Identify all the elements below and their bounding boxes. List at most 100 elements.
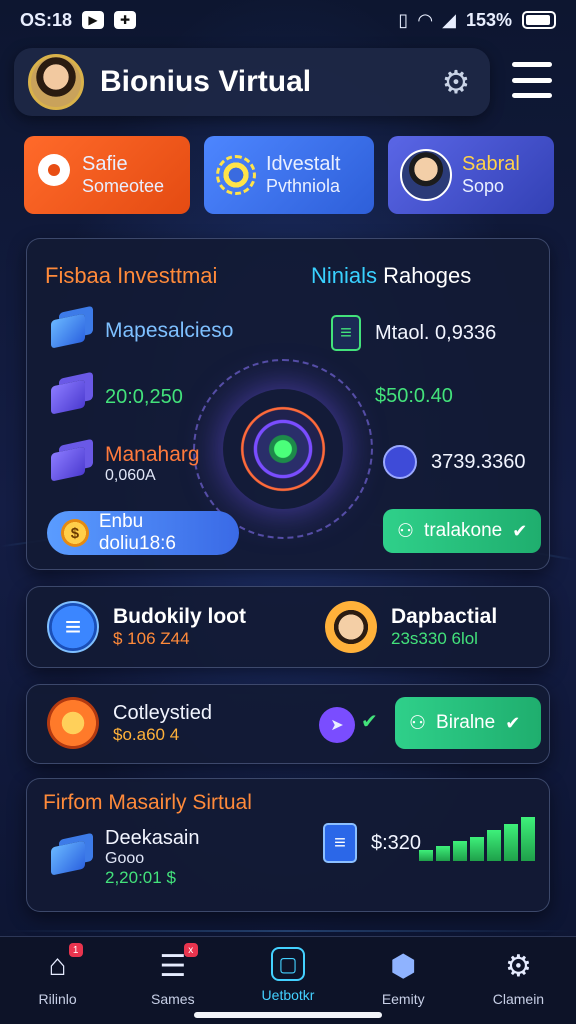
quick-action-subtitle: Pvthniola bbox=[266, 176, 341, 196]
coin-icon: $ bbox=[61, 519, 89, 547]
settings-gear-icon[interactable]: ⚙ bbox=[436, 62, 476, 102]
nav-home[interactable]: ⌂ 1 Rilinlo bbox=[0, 937, 115, 1024]
vibrate-icon: ▯ bbox=[398, 9, 409, 30]
quick-action-sabral[interactable]: Sabral Sopo bbox=[388, 136, 554, 214]
central-core-graphic bbox=[223, 389, 343, 509]
summary-item[interactable]: Deekasain Gooo 2,20:01 $ bbox=[47, 827, 200, 888]
nav-label: Sames bbox=[151, 991, 195, 1007]
exchanges-title-prefix: Ninials bbox=[311, 263, 378, 288]
exchange-item-label: Mtaol. 0,9336 bbox=[375, 321, 497, 344]
checkmark-icon: ✔ bbox=[361, 711, 378, 733]
status-bar: OS:18 ▶ ✚ ▯ ◠ ◢ 153% bbox=[0, 0, 576, 40]
square-icon: ▢ bbox=[271, 947, 305, 981]
wallet-item[interactable]: Dapbactial 23s330 6lol bbox=[325, 601, 497, 653]
invest-item[interactable]: Mapesalcieso bbox=[47, 311, 233, 351]
quick-action-title: Safie bbox=[82, 153, 128, 175]
document-icon: ≡ bbox=[331, 315, 361, 351]
exchange-item[interactable]: 3739.3360 bbox=[383, 445, 526, 479]
invest-item-label: Mapesalcieso bbox=[105, 319, 234, 342]
nav-label: Uetbotkr bbox=[261, 987, 315, 1003]
balance-pill-button[interactable]: $ Enbu doliu18:6 bbox=[47, 511, 239, 555]
cube-icon bbox=[47, 311, 91, 351]
invest-item-sub: 0,060A bbox=[105, 467, 156, 484]
invest-item-label: 20:0,250 bbox=[105, 385, 183, 408]
nav-label: Rilinlo bbox=[38, 991, 77, 1007]
investment-title: Fisbaa Investtmai bbox=[45, 263, 218, 288]
hamburger-menu-button[interactable] bbox=[512, 62, 552, 98]
advisor-avatar-icon bbox=[325, 601, 377, 653]
home-indicator[interactable] bbox=[194, 1012, 382, 1018]
trade-button[interactable]: ⚇ tralakone ✔ bbox=[383, 509, 541, 553]
pin-icon[interactable]: ➤ bbox=[319, 707, 355, 743]
exchange-item-label: 3739.3360 bbox=[431, 450, 526, 473]
balance-pill-label: Enbu doliu18:6 bbox=[98, 511, 176, 554]
investment-panel: Fisbaa Investtmai Ninials Rahoges Mapesa… bbox=[26, 238, 550, 570]
summary-item-sub: Gooo bbox=[105, 850, 145, 867]
invest-item[interactable]: Manaharg 0,060A bbox=[47, 443, 200, 485]
wallet-panel: Budokily loot $ 106 Z44 Dapbactial 23s33… bbox=[26, 586, 550, 668]
quick-action-title: Sabral bbox=[462, 153, 520, 175]
quick-action-safie[interactable]: Safie Someotee bbox=[24, 136, 190, 214]
exchanges-title: Ninials Rahoges bbox=[311, 263, 471, 289]
location-pin-icon bbox=[36, 154, 72, 196]
exchange-item[interactable]: ≡ Mtaol. 0,9336 bbox=[331, 315, 496, 351]
nav-settings[interactable]: ⚙ Clamein bbox=[461, 937, 576, 1024]
summary-title: Firfom Masairly Sirtual bbox=[43, 791, 252, 814]
status-time: OS:18 bbox=[20, 9, 73, 30]
wifi-icon: ◠ bbox=[418, 9, 433, 30]
wallet-item-value: 23s330 6lol bbox=[391, 629, 478, 648]
nav-eemity[interactable]: ⬢ Eemity bbox=[346, 937, 461, 1024]
exchange-item-label: $50:0.40 bbox=[375, 384, 453, 407]
growth-bar bbox=[419, 850, 433, 861]
rocket-icon bbox=[47, 697, 99, 749]
sun-gear-icon bbox=[216, 155, 256, 195]
quick-action-investalt[interactable]: Idvestalt Pvthniola bbox=[204, 136, 374, 214]
wallet-item-value: $ 106 Z44 bbox=[113, 629, 190, 648]
list-icon: ☰ x bbox=[154, 943, 198, 985]
home-icon: ⌂ 1 bbox=[39, 943, 83, 985]
avatar[interactable] bbox=[28, 54, 84, 110]
certified-title: Cotleystied bbox=[113, 701, 212, 724]
balance-button-label: Biralne bbox=[436, 712, 496, 733]
checkmark-icon: ✔ bbox=[512, 520, 528, 541]
growth-bar bbox=[504, 823, 518, 861]
quick-action-subtitle: Sopo bbox=[462, 176, 505, 196]
summary-amount[interactable]: ≡ $:320 bbox=[323, 823, 421, 863]
growth-bar bbox=[487, 830, 501, 861]
exchanges-title-suffix: Rahoges bbox=[377, 263, 472, 288]
summary-item-value: 2,20:01 $ bbox=[105, 868, 176, 887]
nav-label: Eemity bbox=[381, 991, 425, 1007]
invest-item[interactable]: 20:0,250 bbox=[47, 377, 183, 417]
growth-bar bbox=[436, 845, 450, 861]
quick-action-title: Idvestalt bbox=[266, 153, 341, 175]
nav-badge: 1 bbox=[68, 943, 83, 957]
wallet-item-title: Dapbactial bbox=[391, 605, 498, 628]
location-icon: ⬢ bbox=[390, 949, 417, 983]
package-icon bbox=[47, 838, 91, 878]
wallet-item-title: Budokily loot bbox=[113, 605, 246, 628]
nav-sames[interactable]: ☰ x Sames bbox=[115, 937, 230, 1024]
handshake-icon: ⚇ bbox=[409, 712, 427, 734]
app-title: Bionius Virtual bbox=[100, 65, 312, 98]
trade-button-label: tralakone bbox=[424, 520, 503, 541]
token-icon bbox=[383, 445, 417, 479]
growth-bar bbox=[470, 836, 484, 861]
wallet-item[interactable]: Budokily loot $ 106 Z44 bbox=[47, 601, 246, 653]
document-icon bbox=[47, 601, 99, 653]
activity-icon: ✚ bbox=[114, 11, 137, 29]
profile-avatar bbox=[400, 149, 452, 201]
growth-bar bbox=[453, 841, 467, 861]
battery-percent: 153% bbox=[465, 9, 512, 30]
background-ray bbox=[0, 930, 576, 932]
summary-amount-value: $:320 bbox=[371, 831, 422, 854]
balance-button[interactable]: ⚇ Biralne ✔ bbox=[395, 697, 541, 749]
exchange-item[interactable]: $50:0.40 bbox=[331, 381, 453, 411]
document-icon: ≡ bbox=[323, 823, 357, 863]
certified-panel: Cotleystied $o.a60 4 ➤ ✔ ⚇ Biralne ✔ bbox=[26, 684, 550, 764]
nav-wallet[interactable]: ▢ Uetbotkr bbox=[230, 937, 345, 1024]
building-icon bbox=[47, 444, 91, 484]
diamond-icon bbox=[331, 381, 361, 411]
nav-badge: x bbox=[183, 943, 198, 957]
cube-icon bbox=[47, 377, 91, 417]
certified-item[interactable]: Cotleystied $o.a60 4 bbox=[47, 697, 212, 749]
